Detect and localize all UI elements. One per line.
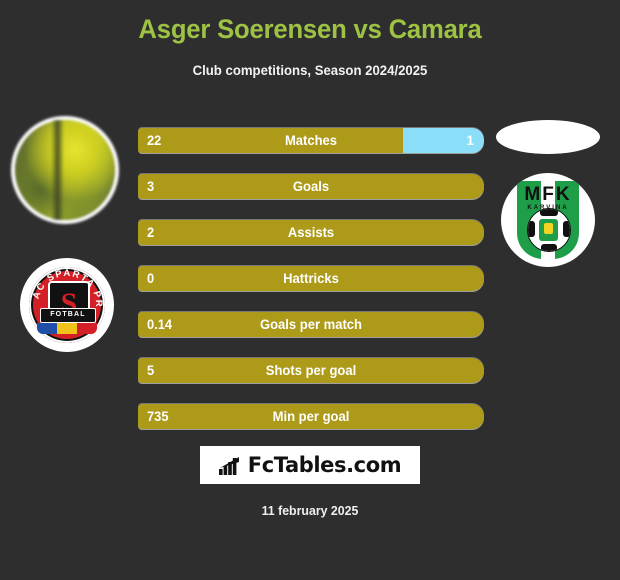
stat-label: Matches: [284, 132, 338, 148]
stat-row: 3 Goals: [138, 174, 484, 199]
home-club-crest: AC SPARTA PRAHA S FOTBAL: [20, 258, 114, 352]
report-date: 11 february 2025: [261, 503, 359, 518]
stat-row: 0.14 Goals per match: [138, 312, 484, 337]
stat-row: 735 Min per goal: [138, 404, 484, 429]
bar-chart-icon: [218, 456, 239, 475]
stat-row: 0 Hattricks: [138, 266, 484, 291]
stat-label: Hattricks: [283, 270, 339, 286]
stat-comparison-page: Asger Soerensen vs Camara Club competiti…: [0, 0, 620, 580]
stat-label: Goals: [292, 178, 330, 194]
sparta-inner-disc: AC SPARTA PRAHA S FOTBAL: [29, 267, 105, 343]
soccer-ball-icon: [527, 208, 571, 252]
page-subtitle: Club competitions, Season 2024/2025: [192, 62, 428, 78]
stat-label: Shots per goal: [265, 362, 357, 378]
stat-label: Assists: [287, 224, 335, 240]
fctables-logo[interactable]: FcTables.com: [200, 446, 420, 484]
fctables-brand-text: FcTables.com: [247, 453, 402, 477]
sparta-flag-stripes: [37, 323, 97, 334]
away-club-crest: MFK KARVINA: [501, 173, 595, 267]
away-player-photo: [496, 120, 600, 154]
karvina-club-initials: MFK: [524, 184, 572, 205]
karvina-shield: MFK KARVINA: [517, 181, 579, 259]
stat-label: Min per goal: [272, 408, 350, 424]
sparta-banner-text: FOTBAL: [40, 308, 96, 323]
page-title: Asger Soerensen vs Camara: [138, 14, 482, 44]
stats-list: 22 1 Matches 3 Goals 2 Assists 0 Hattricks 0.14 Go…: [138, 128, 484, 450]
stat-label: Goals per match: [259, 316, 363, 332]
stat-row: 2 Assists: [138, 220, 484, 245]
stat-row: 5 Shots per goal: [138, 358, 484, 383]
stat-row: 22 1 Matches: [138, 128, 484, 153]
home-player-photo: [15, 120, 115, 220]
